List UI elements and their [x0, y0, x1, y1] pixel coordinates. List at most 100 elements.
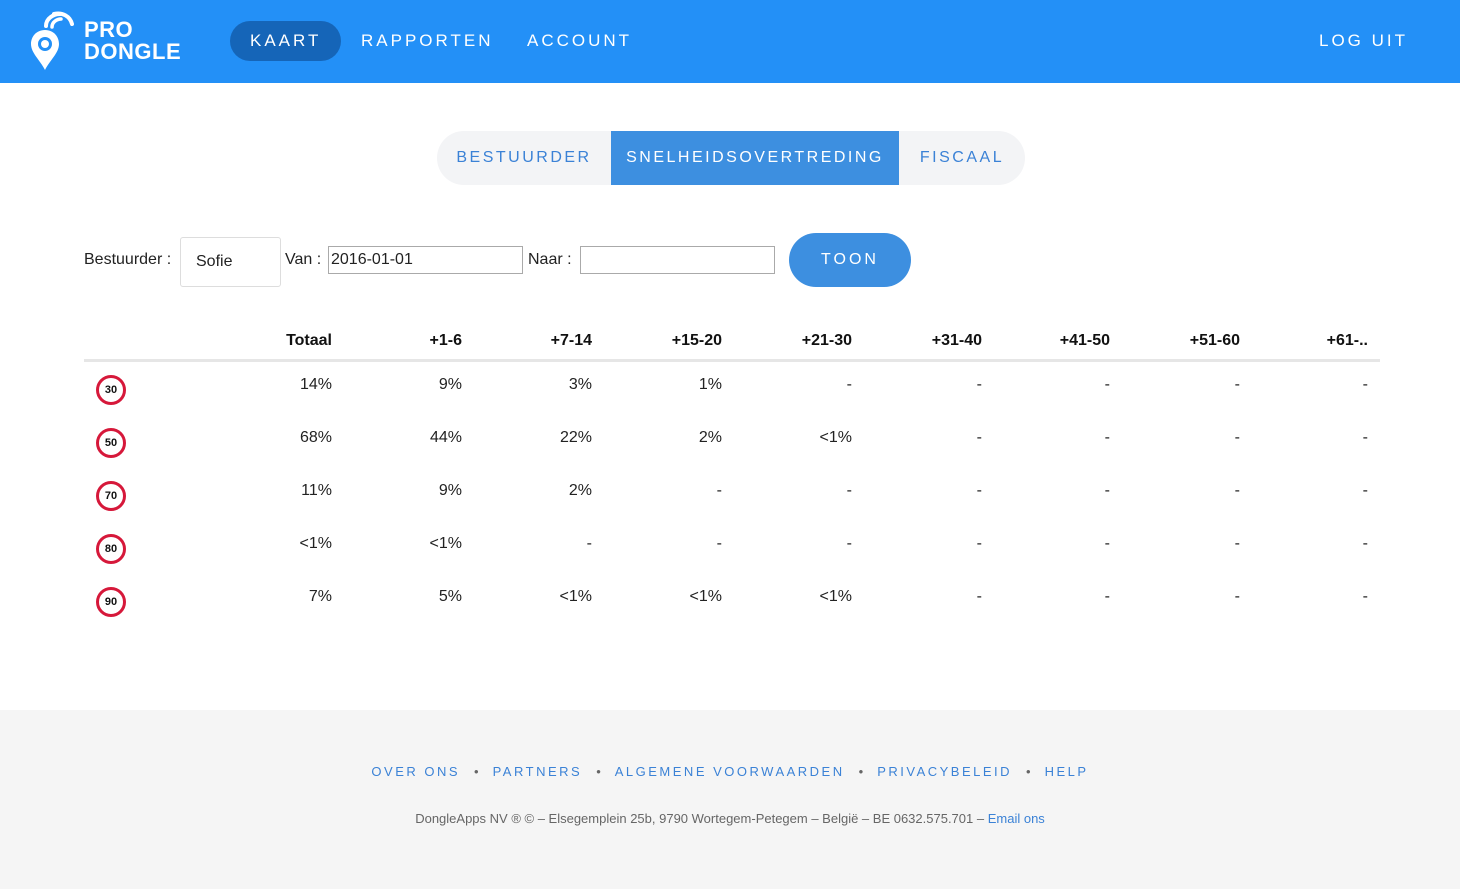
table-cell: <1% [299, 535, 332, 552]
to-date-label: Naar : [528, 251, 572, 268]
table-cell: - [1234, 376, 1240, 393]
logout-link[interactable]: LOG UIT [1319, 21, 1408, 61]
table-cell: - [846, 482, 852, 499]
table-cell: <1% [819, 588, 852, 605]
table-header: Totaal +1-6 +7-14 +15-20 +21-30 +31-40 +… [84, 322, 1380, 362]
driver-select[interactable]: Sofie [180, 237, 281, 287]
nav-item-account[interactable]: ACCOUNT [527, 21, 632, 61]
table-cell: <1% [689, 588, 722, 605]
email-link[interactable]: Email ons [988, 811, 1045, 826]
table-cell: 14% [299, 376, 332, 393]
table-cell: 3% [568, 376, 592, 393]
table-cell: 7% [308, 588, 332, 605]
speed-limit-sign-icon: 50 [96, 428, 126, 458]
table-cell: - [1234, 482, 1240, 499]
table-cell: 68% [299, 429, 332, 446]
table-cell: - [976, 429, 982, 446]
tab-bestuurder[interactable]: BESTUURDER [437, 131, 611, 185]
page-footer: OVER ONS • PARTNERS • ALGEMENE VOORWAARDEN • P… [0, 710, 1460, 889]
column-header: +61-.. [1326, 332, 1368, 349]
table-cell: - [1104, 535, 1110, 552]
from-date-label: Van : [285, 251, 322, 268]
table-cell: 44% [429, 429, 462, 446]
top-navigation-bar: PRO DONGLE KAART RAPPORTEN ACCOUNT LOG U… [0, 0, 1460, 83]
table-cell: - [1234, 429, 1240, 446]
column-header: +51-60 [1189, 332, 1240, 349]
column-header: +31-40 [931, 332, 982, 349]
footer-copyright: DongleApps NV ® © – Elsegemplein 25b, 97… [0, 811, 1460, 826]
footer-separator: • [1026, 764, 1031, 779]
table-row: 80 <1% <1% - - - - - - - [84, 521, 1380, 574]
table-cell: 1% [698, 376, 722, 393]
footer-link-algemene-voorwaarden[interactable]: ALGEMENE VOORWAARDEN [615, 764, 845, 779]
table-cell: - [1362, 376, 1368, 393]
speed-limit-sign-icon: 80 [96, 534, 126, 564]
speed-limit-sign-icon: 30 [96, 375, 126, 405]
table-cell: 2% [568, 482, 592, 499]
table-cell: - [976, 376, 982, 393]
footer-link-privacybeleid[interactable]: PRIVACYBELEID [877, 764, 1012, 779]
pro-dongle-logo[interactable]: PRO DONGLE [28, 10, 198, 72]
table-cell: 11% [301, 482, 332, 499]
table-cell: - [1362, 482, 1368, 499]
table-cell: - [1362, 429, 1368, 446]
footer-link-partners[interactable]: PARTNERS [493, 764, 583, 779]
table-cell: 9% [438, 482, 462, 499]
table-cell: - [976, 535, 982, 552]
nav-item-rapporten[interactable]: RAPPORTEN [361, 21, 494, 61]
table-row: 50 68% 44% 22% 2% <1% - - - - [84, 415, 1380, 468]
logo-wordmark: PRO DONGLE [84, 19, 181, 63]
table-cell: - [716, 535, 722, 552]
to-date-input[interactable] [580, 246, 775, 274]
speeding-table: Totaal +1-6 +7-14 +15-20 +21-30 +31-40 +… [84, 322, 1380, 627]
table-cell: <1% [559, 588, 592, 605]
report-tabs: BESTUURDER SNELHEIDSOVERTREDING FISCAAL [437, 131, 1025, 185]
table-cell: - [1104, 588, 1110, 605]
copyright-text: DongleApps NV ® © – Elsegemplein 25b, 97… [415, 811, 985, 826]
table-cell: - [586, 535, 592, 552]
footer-link-over-ons[interactable]: OVER ONS [371, 764, 460, 779]
speed-limit-sign-icon: 70 [96, 481, 126, 511]
table-cell: <1% [819, 429, 852, 446]
show-button[interactable]: TOON [789, 233, 911, 287]
table-cell: - [1234, 535, 1240, 552]
column-header: +1-6 [429, 332, 462, 349]
from-date-input[interactable] [328, 246, 523, 274]
nav-item-kaart[interactable]: KAART [230, 21, 342, 61]
logo-line-2: DONGLE [84, 39, 182, 64]
column-header: Totaal [286, 332, 332, 349]
table-cell: - [1104, 429, 1110, 446]
table-cell: <1% [429, 535, 462, 552]
table-cell: - [846, 535, 852, 552]
logo-line-1: PRO [84, 17, 134, 42]
speed-limit-sign-icon: 90 [96, 587, 126, 617]
table-row: 90 7% 5% <1% <1% <1% - - - - [84, 574, 1380, 627]
table-cell: - [1362, 535, 1368, 552]
table-row: 30 14% 9% 3% 1% - - - - - [84, 362, 1380, 415]
table-cell: - [716, 482, 722, 499]
table-cell: 22% [559, 429, 592, 446]
location-pin-icon [31, 11, 74, 70]
column-header: +7-14 [550, 332, 592, 349]
table-cell: - [1104, 482, 1110, 499]
table-cell: 5% [438, 588, 462, 605]
column-header: +41-50 [1059, 332, 1110, 349]
column-header: +21-30 [801, 332, 852, 349]
table-cell: 9% [438, 376, 462, 393]
column-header: +15-20 [671, 332, 722, 349]
footer-separator: • [474, 764, 479, 779]
tab-snelheidsovertreding[interactable]: SNELHEIDSOVERTREDING [611, 131, 899, 185]
table-cell: - [1104, 376, 1110, 393]
table-cell: - [846, 376, 852, 393]
footer-separator: • [596, 764, 601, 779]
table-cell: 2% [698, 429, 722, 446]
table-cell: - [976, 588, 982, 605]
footer-links: OVER ONS • PARTNERS • ALGEMENE VOORWAARDEN • P… [0, 764, 1460, 779]
tab-fiscaal[interactable]: FISCAAL [899, 131, 1025, 185]
footer-link-help[interactable]: HELP [1045, 764, 1089, 779]
table-cell: - [976, 482, 982, 499]
table-row: 70 11% 9% 2% - - - - - - [84, 468, 1380, 521]
driver-label: Bestuurder : [84, 251, 172, 268]
table-cell: - [1362, 588, 1368, 605]
table-cell: - [1234, 588, 1240, 605]
